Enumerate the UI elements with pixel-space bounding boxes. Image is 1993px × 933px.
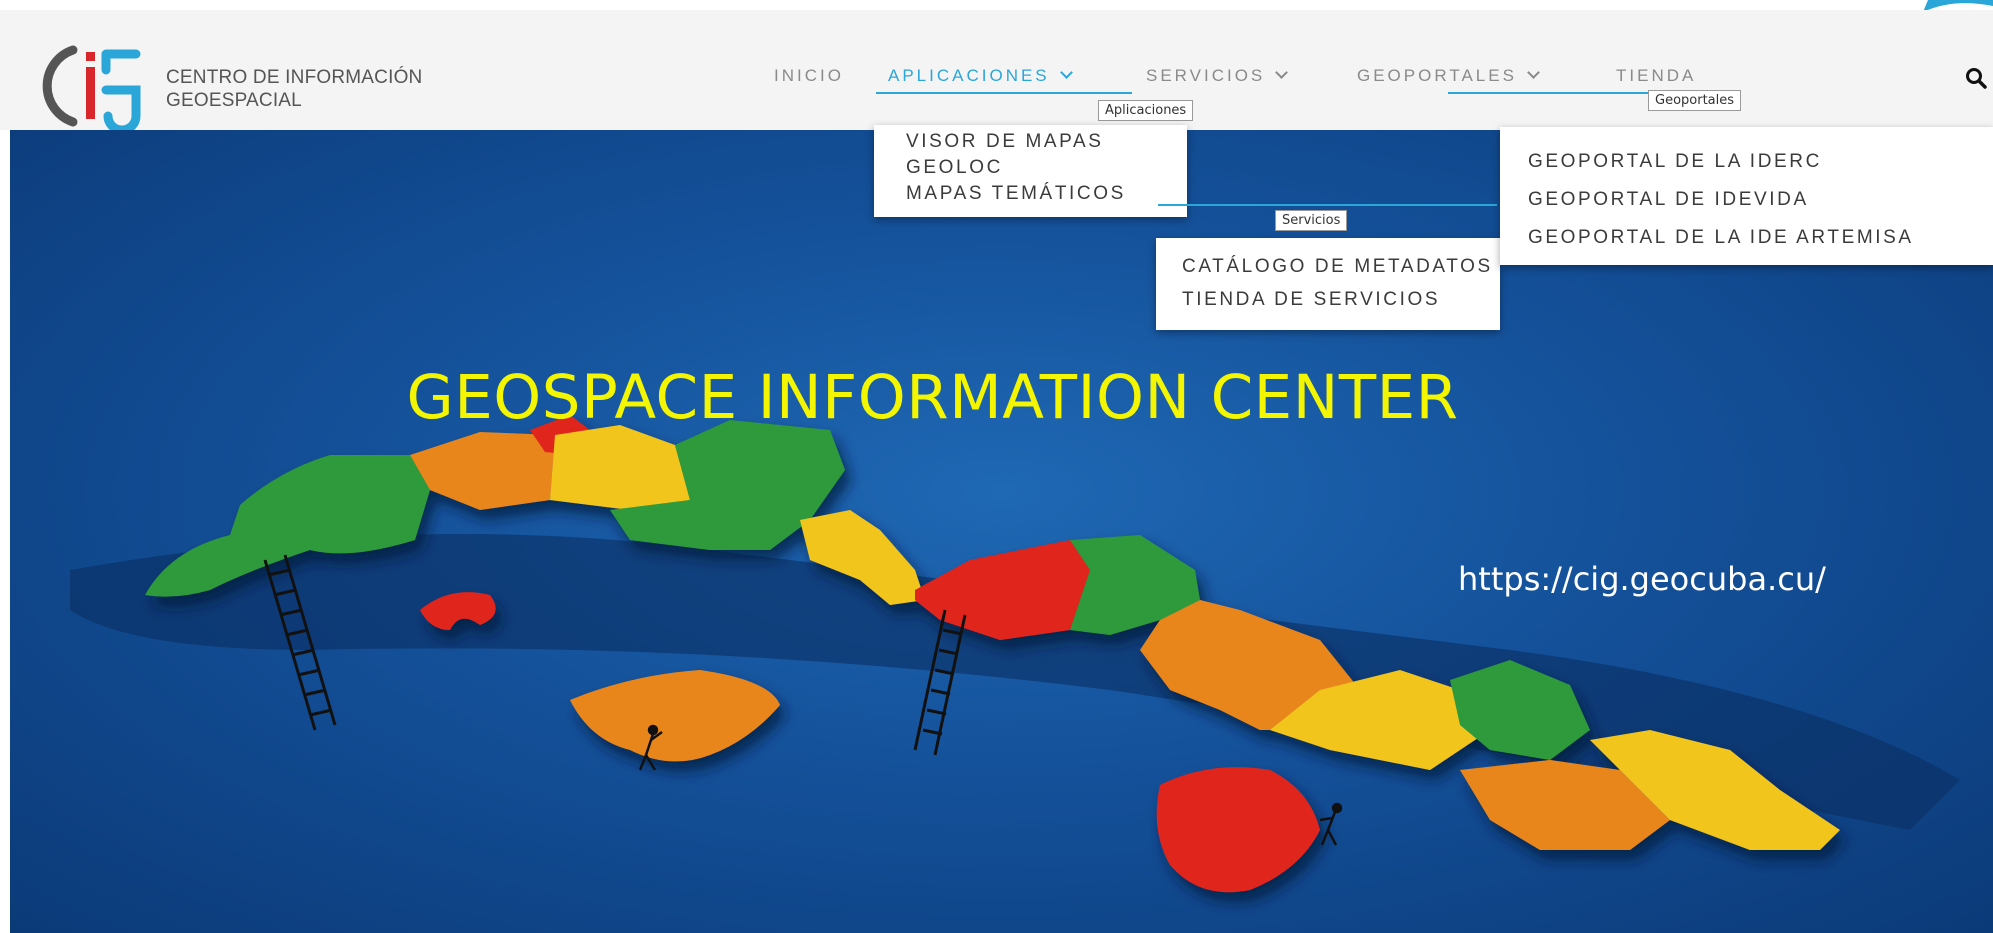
aplicaciones-tab-label: Aplicaciones: [1098, 100, 1194, 121]
chevron-down-icon: [1059, 66, 1073, 79]
servicios-menu-accent: [1158, 204, 1497, 206]
geoportales-tab-label: Geoportales: [1648, 90, 1742, 111]
nav-tienda-label: TIENDA: [1616, 66, 1697, 85]
aplicaciones-menu-accent: [876, 92, 1132, 94]
chevron-down-icon: [1527, 66, 1540, 79]
hero-title: GEOSPACE INFORMATION CENTER: [406, 362, 1459, 433]
logo-text: CENTRO DE INFORMACIÓN GEOESPACIAL: [166, 66, 422, 112]
servicios-dropdown: CATÁLOGO DE METADATOS TIENDA DE SERVICIO…: [1156, 238, 1500, 330]
nav-servicios[interactable]: SERVICIOS: [1146, 66, 1289, 86]
menu-item-geoportal-ide-artemisa[interactable]: GEOPORTAL DE LA IDE ARTEMISA: [1528, 219, 1914, 257]
servicios-tab-label: Servicios: [1275, 210, 1348, 231]
menu-item-geoportal-idevida[interactable]: GEOPORTAL DE IDEVIDA: [1528, 181, 1914, 219]
geoportales-dropdown: GEOPORTAL DE LA IDERC GEOPORTAL DE IDEVI…: [1500, 127, 1993, 265]
cig-logo-icon[interactable]: [38, 40, 148, 130]
nav-aplicaciones-label: APLICACIONES: [888, 66, 1050, 85]
nav-geoportales-label: GEOPORTALES: [1357, 66, 1517, 85]
worker-figure-icon: [1319, 802, 1343, 846]
menu-item-tienda-de-servicios[interactable]: TIENDA DE SERVICIOS: [1182, 283, 1493, 316]
nav-servicios-label: SERVICIOS: [1146, 66, 1266, 85]
menu-item-geoportal-iderc[interactable]: GEOPORTAL DE LA IDERC: [1528, 143, 1914, 181]
menu-item-mapas-tematicos[interactable]: MAPAS TEMÁTICOS: [906, 181, 1126, 207]
chevron-down-icon: [1275, 66, 1289, 79]
menu-item-geoloc[interactable]: GEOLOC: [906, 155, 1126, 181]
hero-url[interactable]: https://cig.geocuba.cu/: [1458, 560, 1826, 598]
nav-geoportales[interactable]: GEOPORTALES: [1357, 66, 1540, 86]
aplicaciones-dropdown: VISOR DE MAPAS GEOLOC MAPAS TEMÁTICOS: [874, 125, 1187, 217]
menu-item-catalogo-de-metadatos[interactable]: CATÁLOGO DE METADATOS: [1182, 250, 1493, 283]
logo-line-1: CENTRO DE INFORMACIÓN: [166, 67, 423, 88]
top-strip: [0, 0, 1993, 10]
nav-hover-underline: [1448, 92, 1648, 94]
menu-item-visor-de-mapas[interactable]: VISOR DE MAPAS: [906, 129, 1126, 155]
logo-line-2: GEOESPACIAL: [166, 90, 302, 111]
nav-tienda[interactable]: TIENDA: [1616, 66, 1696, 86]
nav-aplicaciones[interactable]: APLICACIONES: [888, 66, 1073, 86]
nav-inicio-label: INICIO: [774, 66, 844, 85]
site-header: CENTRO DE INFORMACIÓN GEOESPACIAL INICIO…: [0, 10, 1993, 130]
nav-inicio[interactable]: INICIO: [774, 66, 844, 86]
search-icon[interactable]: [1965, 67, 1987, 89]
